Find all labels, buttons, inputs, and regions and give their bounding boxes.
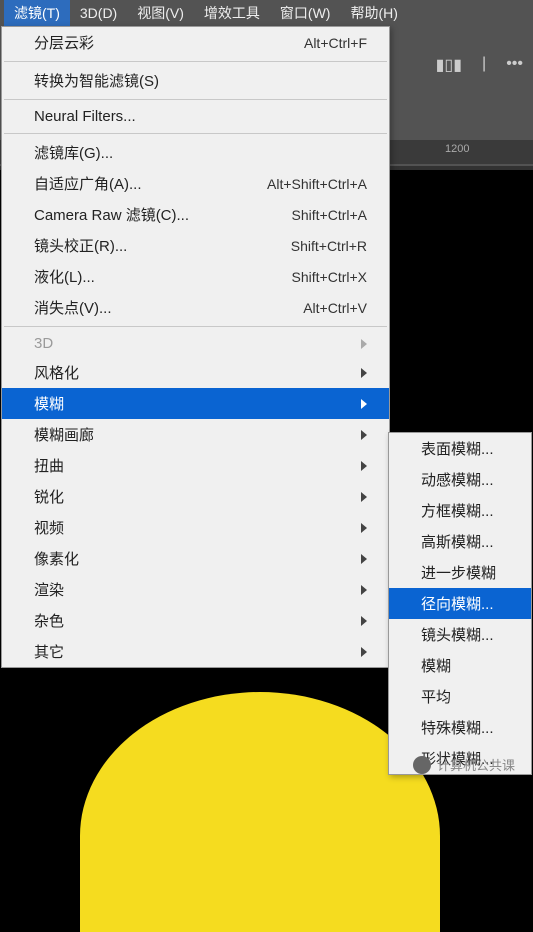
menu-item-label: 渲染 xyxy=(34,579,353,600)
submenu-item-label: 高斯模糊... xyxy=(421,531,509,552)
submenu-item-label: 表面模糊... xyxy=(421,438,509,459)
submenu-item-label: 径向模糊... xyxy=(421,593,509,614)
submenu-item-radial-blur[interactable]: 径向模糊... xyxy=(389,588,531,619)
menu-separator xyxy=(4,61,387,62)
submenu-item-lens-blur[interactable]: 镜头模糊... xyxy=(389,619,531,650)
submenu-arrow-icon xyxy=(361,554,367,564)
menu-item-label: 自适应广角(A)... xyxy=(34,173,267,194)
menu-item-camera-raw[interactable]: Camera Raw 滤镜(C)... Shift+Ctrl+A xyxy=(2,199,389,230)
menu-item-shortcut: Alt+Shift+Ctrl+A xyxy=(267,176,367,192)
menu-separator xyxy=(4,133,387,134)
menu-item-label: Camera Raw 滤镜(C)... xyxy=(34,204,292,225)
menu-item-liquify[interactable]: 液化(L)... Shift+Ctrl+X xyxy=(2,261,389,292)
submenu-item-motion-blur[interactable]: 动感模糊... xyxy=(389,464,531,495)
panel-divider-icon: | xyxy=(482,55,486,75)
menu-item-noise[interactable]: 杂色 xyxy=(2,605,389,636)
panel-icons: ▮▯▮ | ••• xyxy=(436,55,523,75)
menu-item-label: 杂色 xyxy=(34,610,353,631)
watermark-icon xyxy=(413,756,431,774)
menubar-item-filter[interactable]: 滤镜(T) xyxy=(4,0,70,26)
menubar-item-help[interactable]: 帮助(H) xyxy=(340,0,407,26)
menubar-item-window[interactable]: 窗口(W) xyxy=(270,0,341,26)
submenu-arrow-icon xyxy=(361,430,367,440)
menu-item-label: 其它 xyxy=(34,641,353,662)
menu-item-label: 扭曲 xyxy=(34,455,353,476)
ruler-tick: 1200 xyxy=(445,143,469,155)
menu-item-shortcut: Alt+Ctrl+V xyxy=(303,300,367,316)
menu-item-blur-gallery[interactable]: 模糊画廊 xyxy=(2,419,389,450)
submenu-arrow-icon xyxy=(361,647,367,657)
menu-item-label: 分层云彩 xyxy=(34,32,304,53)
watermark: 计算机公共课 xyxy=(413,755,515,774)
submenu-item-average[interactable]: 平均 xyxy=(389,681,531,712)
filter-menu: 分层云彩 Alt+Ctrl+F 转换为智能滤镜(S) Neural Filter… xyxy=(1,26,390,668)
submenu-item-label: 方框模糊... xyxy=(421,500,509,521)
menu-item-vanishing-point[interactable]: 消失点(V)... Alt+Ctrl+V xyxy=(2,292,389,323)
submenu-item-label: 特殊模糊... xyxy=(421,717,509,738)
menu-item-filter-gallery[interactable]: 滤镜库(G)... xyxy=(2,137,389,168)
menu-separator xyxy=(4,99,387,100)
menu-item-label: 视频 xyxy=(34,517,353,538)
menu-item-render[interactable]: 渲染 xyxy=(2,574,389,605)
submenu-item-label: 模糊 xyxy=(421,655,509,676)
menu-item-stylize[interactable]: 风格化 xyxy=(2,357,389,388)
submenu-arrow-icon xyxy=(361,368,367,378)
menu-item-label: 像素化 xyxy=(34,548,353,569)
submenu-item-surface-blur[interactable]: 表面模糊... xyxy=(389,433,531,464)
menu-item-pixelate[interactable]: 像素化 xyxy=(2,543,389,574)
menu-item-blur[interactable]: 模糊 xyxy=(2,388,389,419)
menubar: 滤镜(T) 3D(D) 视图(V) 增效工具 窗口(W) 帮助(H) xyxy=(0,0,533,26)
menu-item-label: Neural Filters... xyxy=(34,108,367,125)
menu-item-label: 锐化 xyxy=(34,486,353,507)
menu-item-label: 模糊 xyxy=(34,393,353,414)
menu-item-label: 消失点(V)... xyxy=(34,297,303,318)
menu-item-neural-filters[interactable]: Neural Filters... xyxy=(2,103,389,130)
submenu-arrow-icon xyxy=(361,585,367,595)
submenu-arrow-icon xyxy=(361,461,367,471)
submenu-item-label: 进一步模糊 xyxy=(421,562,509,583)
menubar-item-3d[interactable]: 3D(D) xyxy=(70,2,127,24)
menu-item-label: 滤镜库(G)... xyxy=(34,142,367,163)
submenu-arrow-icon xyxy=(361,523,367,533)
menu-item-label: 模糊画廊 xyxy=(34,424,353,445)
menu-item-label: 风格化 xyxy=(34,362,353,383)
menubar-item-view[interactable]: 视图(V) xyxy=(127,0,194,26)
menu-item-label: 转换为智能滤镜(S) xyxy=(34,70,367,91)
submenu-item-label: 动感模糊... xyxy=(421,469,509,490)
submenu-item-smart-blur[interactable]: 特殊模糊... xyxy=(389,712,531,743)
menu-item-convert-smart[interactable]: 转换为智能滤镜(S) xyxy=(2,65,389,96)
menubar-item-plugins[interactable]: 增效工具 xyxy=(194,0,270,26)
menu-item-shortcut: Shift+Ctrl+X xyxy=(292,269,367,285)
menu-item-label: 镜头校正(R)... xyxy=(34,235,291,256)
menu-item-label: 3D xyxy=(34,335,353,352)
histogram-icon[interactable]: ▮▯▮ xyxy=(436,55,462,75)
menu-separator xyxy=(4,326,387,327)
menu-item-3d: 3D xyxy=(2,330,389,357)
menu-item-lens-correction[interactable]: 镜头校正(R)... Shift+Ctrl+R xyxy=(2,230,389,261)
menu-item-last-filter[interactable]: 分层云彩 Alt+Ctrl+F xyxy=(2,27,389,58)
submenu-arrow-icon xyxy=(361,616,367,626)
watermark-text: 计算机公共课 xyxy=(437,755,515,774)
canvas-artwork xyxy=(80,692,440,932)
menu-item-shortcut: Alt+Ctrl+F xyxy=(304,35,367,51)
submenu-item-blur-more[interactable]: 进一步模糊 xyxy=(389,557,531,588)
submenu-item-gaussian-blur[interactable]: 高斯模糊... xyxy=(389,526,531,557)
submenu-item-box-blur[interactable]: 方框模糊... xyxy=(389,495,531,526)
blur-submenu: 表面模糊... 动感模糊... 方框模糊... 高斯模糊... 进一步模糊 径向… xyxy=(388,432,532,775)
menu-item-label: 液化(L)... xyxy=(34,266,292,287)
submenu-item-label: 平均 xyxy=(421,686,509,707)
menu-item-sharpen[interactable]: 锐化 xyxy=(2,481,389,512)
menu-item-distort[interactable]: 扭曲 xyxy=(2,450,389,481)
more-icon[interactable]: ••• xyxy=(506,55,523,75)
submenu-arrow-icon xyxy=(361,399,367,409)
menu-item-adaptive-wide-angle[interactable]: 自适应广角(A)... Alt+Shift+Ctrl+A xyxy=(2,168,389,199)
menu-item-shortcut: Shift+Ctrl+A xyxy=(292,207,367,223)
submenu-item-blur[interactable]: 模糊 xyxy=(389,650,531,681)
submenu-arrow-icon xyxy=(361,492,367,502)
menu-item-shortcut: Shift+Ctrl+R xyxy=(291,238,367,254)
menu-item-other[interactable]: 其它 xyxy=(2,636,389,667)
menu-item-video[interactable]: 视频 xyxy=(2,512,389,543)
submenu-item-label: 镜头模糊... xyxy=(421,624,509,645)
submenu-arrow-icon xyxy=(361,339,367,349)
